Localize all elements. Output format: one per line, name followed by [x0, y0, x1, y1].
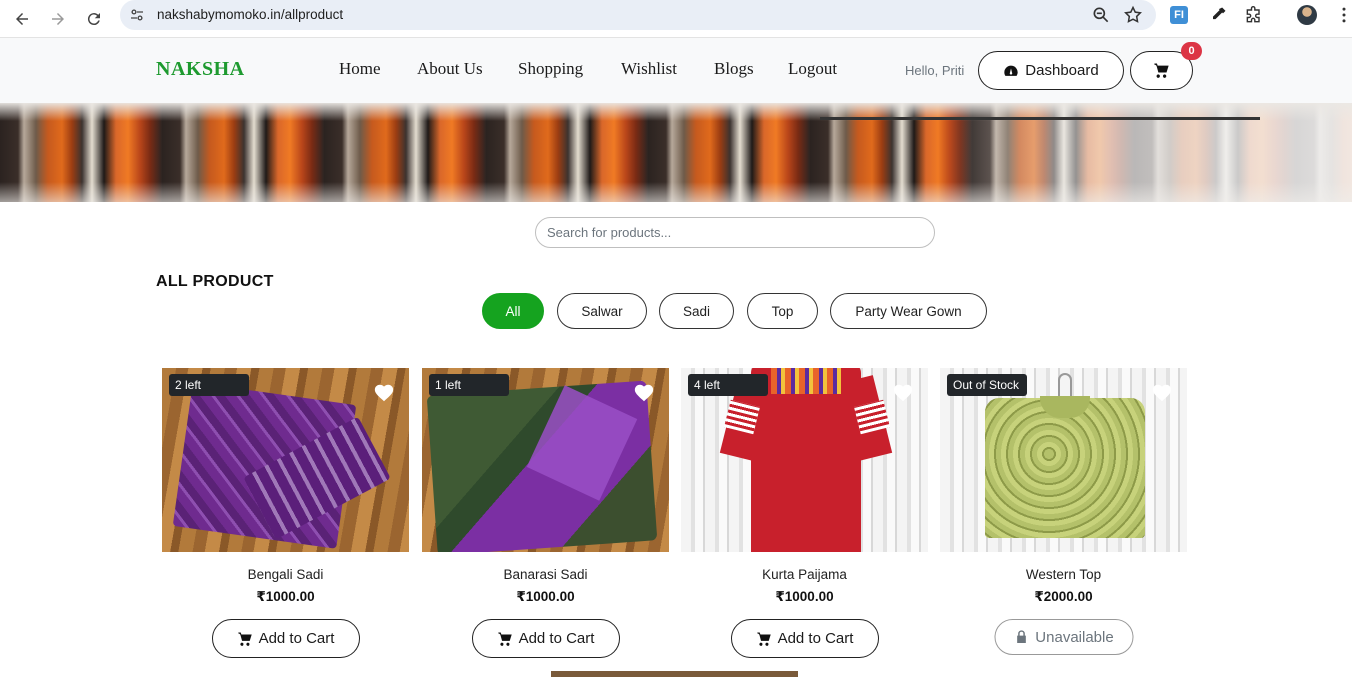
- wishlist-heart-icon[interactable]: [892, 382, 914, 404]
- browser-toolbar: nakshabymomoko.in/allproduct FI: [0, 0, 1352, 38]
- back-icon[interactable]: [8, 5, 36, 33]
- url-text[interactable]: nakshabymomoko.in/allproduct: [157, 7, 343, 22]
- zoom-icon[interactable]: [1091, 5, 1111, 25]
- stock-badge: 2 left: [169, 374, 249, 396]
- add-to-cart-button[interactable]: Add to Cart: [471, 619, 620, 658]
- cart-icon: [756, 631, 771, 646]
- forward-icon[interactable]: [44, 5, 72, 33]
- product-name[interactable]: Kurta Paijama: [681, 567, 928, 582]
- filter-party-wear-gown[interactable]: Party Wear Gown: [830, 293, 987, 329]
- dashboard-button[interactable]: Dashboard: [978, 51, 1124, 90]
- add-to-cart-label: Add to Cart: [518, 630, 595, 647]
- add-to-cart-label: Add to Cart: [777, 630, 854, 647]
- add-to-cart-button[interactable]: Add to Cart: [211, 619, 360, 658]
- add-to-cart-label: Add to Cart: [258, 630, 335, 647]
- product-card: 2 left Bengali Sadi ₹1000.00 Add to Cart: [162, 368, 409, 668]
- product-image[interactable]: 2 left: [162, 368, 409, 552]
- nav-wishlist[interactable]: Wishlist: [621, 59, 677, 79]
- product-image[interactable]: Out of Stock: [940, 368, 1187, 552]
- product-name[interactable]: Banarasi Sadi: [422, 567, 669, 582]
- nav-blogs[interactable]: Blogs: [714, 59, 754, 79]
- stock-badge: 4 left: [688, 374, 768, 396]
- product-image[interactable]: 4 left: [681, 368, 928, 552]
- brand-logo[interactable]: NAKSHA: [156, 58, 245, 81]
- product-price: ₹1000.00: [256, 589, 315, 604]
- unavailable-label: Unavailable: [1035, 628, 1114, 646]
- product-card: 1 left Banarasi Sadi ₹1000.00 Add to Car…: [422, 368, 669, 668]
- shirt-body: [985, 398, 1145, 538]
- site-settings-icon[interactable]: [128, 6, 146, 24]
- address-bar[interactable]: nakshabymomoko.in/allproduct: [120, 0, 1156, 30]
- cart-icon: [237, 631, 252, 646]
- browser-menu-icon[interactable]: [1333, 4, 1352, 26]
- eyedropper-extension-icon[interactable]: [1207, 4, 1229, 26]
- product-image[interactable]: 1 left: [422, 368, 669, 552]
- kurta-embroidery: [771, 368, 841, 394]
- stock-badge: 1 left: [429, 374, 509, 396]
- dashboard-label: Dashboard: [1025, 62, 1099, 79]
- filter-sadi[interactable]: Sadi: [659, 293, 734, 329]
- product-name[interactable]: Bengali Sadi: [162, 567, 409, 582]
- cart-icon: [497, 631, 512, 646]
- hero-banner-image: [0, 103, 1352, 202]
- filter-all[interactable]: All: [482, 293, 544, 329]
- bookmark-star-icon[interactable]: [1123, 5, 1143, 25]
- filter-salwar[interactable]: Salwar: [557, 293, 647, 329]
- product-search-input[interactable]: [535, 217, 935, 248]
- product-price: ₹1000.00: [775, 589, 834, 604]
- product-card: 4 left Kurta Paijama ₹1000.00 Add to Car…: [681, 368, 928, 668]
- product-card: Out of Stock Western Top ₹2000.00 Unavai…: [940, 368, 1187, 668]
- section-title: ALL PRODUCT: [156, 273, 274, 290]
- nav-home[interactable]: Home: [339, 59, 381, 79]
- product-price: ₹1000.00: [516, 589, 575, 604]
- extensions-puzzle-icon[interactable]: [1243, 4, 1265, 26]
- lock-icon: [1016, 630, 1026, 643]
- speedometer-icon: [1004, 65, 1018, 76]
- wishlist-heart-icon[interactable]: [1151, 382, 1173, 404]
- extension-fi-icon[interactable]: FI: [1170, 6, 1188, 24]
- site-header: NAKSHA Home About Us Shopping Wishlist B…: [0, 38, 1352, 103]
- wishlist-heart-icon[interactable]: [633, 382, 655, 404]
- filter-top[interactable]: Top: [747, 293, 818, 329]
- user-greeting: Hello, Priti: [905, 63, 965, 78]
- add-to-cart-button[interactable]: Add to Cart: [730, 619, 879, 658]
- unavailable-button: Unavailable: [994, 619, 1133, 655]
- nav-about-us[interactable]: About Us: [417, 59, 483, 79]
- product-name[interactable]: Western Top: [940, 567, 1187, 582]
- wishlist-heart-icon[interactable]: [373, 382, 395, 404]
- next-row-product-image: [551, 671, 798, 677]
- stock-badge: Out of Stock: [947, 374, 1027, 396]
- cart-count-badge: 0: [1181, 42, 1202, 60]
- kurta-body: [751, 368, 861, 552]
- clothing-rail: [820, 117, 1260, 120]
- nav-shopping[interactable]: Shopping: [518, 59, 583, 79]
- profile-avatar[interactable]: [1297, 5, 1317, 25]
- cart-icon: [1154, 63, 1169, 78]
- product-price: ₹2000.00: [1034, 589, 1093, 604]
- reload-icon[interactable]: [80, 5, 108, 33]
- nav-logout[interactable]: Logout: [788, 59, 837, 79]
